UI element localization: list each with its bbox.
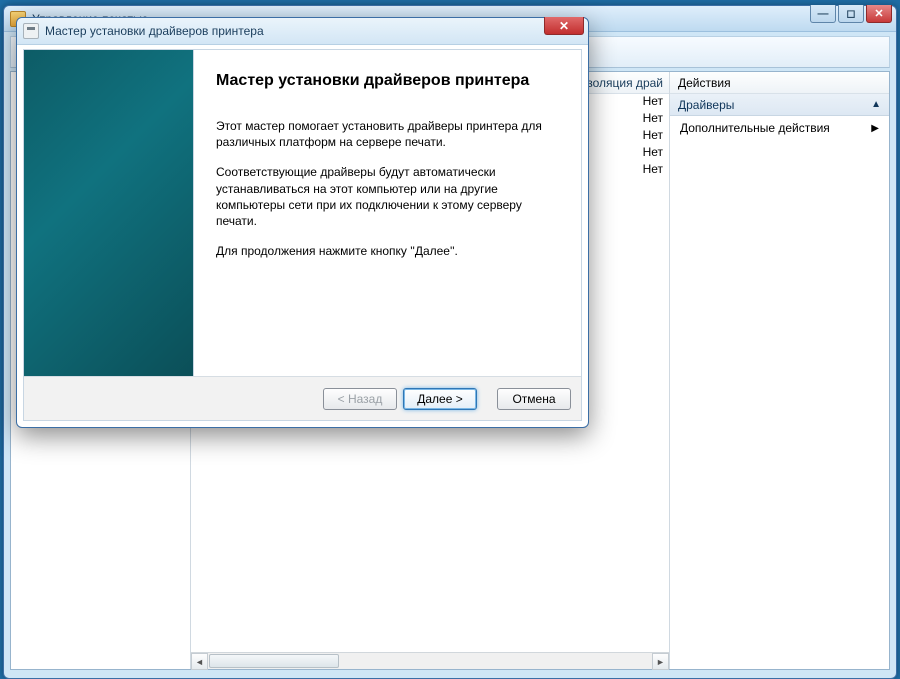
actions-group-drivers[interactable]: Драйверы ▲ <box>670 94 889 116</box>
actions-pane-title: Действия <box>670 72 889 94</box>
driver-install-wizard: Мастер установки драйверов принтера ✕ Ма… <box>16 17 589 428</box>
wizard-paragraph: Соответствующие драйверы будут автоматич… <box>216 164 546 229</box>
wizard-title: Мастер установки драйверов принтера <box>45 24 264 38</box>
chevron-right-icon: ▶ <box>871 123 879 134</box>
next-button[interactable]: Далее > <box>403 388 477 410</box>
wizard-paragraph: Для продолжения нажмите кнопку ''Далее''… <box>216 243 546 259</box>
minimize-button[interactable]: — <box>810 5 836 23</box>
wizard-heading: Мастер установки драйверов принтера <box>216 72 553 90</box>
wizard-content: Мастер установки драйверов принтера Этот… <box>194 50 581 376</box>
actions-group-label: Драйверы <box>678 98 734 112</box>
printer-icon <box>23 23 39 39</box>
chevron-up-icon: ▲ <box>871 99 881 110</box>
wizard-close-button[interactable]: ✕ <box>544 17 584 35</box>
back-button: < Назад <box>323 388 397 410</box>
maximize-button[interactable]: ◻ <box>838 5 864 23</box>
horizontal-scrollbar[interactable]: ◄ ► <box>191 652 669 669</box>
actions-item-label: Дополнительные действия <box>680 121 830 135</box>
wizard-paragraph: Этот мастер помогает установить драйверы… <box>216 118 546 150</box>
scroll-thumb[interactable] <box>209 654 339 668</box>
cancel-button[interactable]: Отмена <box>497 388 571 410</box>
wizard-banner <box>24 50 194 376</box>
wizard-body: Мастер установки драйверов принтера Этот… <box>24 50 581 376</box>
scroll-left-arrow-icon[interactable]: ◄ <box>191 653 208 670</box>
wizard-footer: < Назад Далее > Отмена <box>24 376 581 420</box>
wizard-titlebar[interactable]: Мастер установки драйверов принтера ✕ <box>17 18 588 45</box>
actions-pane: Действия Драйверы ▲ Дополнительные дейст… <box>669 72 889 669</box>
parent-window-controls: — ◻ ✕ <box>808 5 892 23</box>
scroll-right-arrow-icon[interactable]: ► <box>652 653 669 670</box>
actions-item-more[interactable]: Дополнительные действия ▶ <box>670 116 889 140</box>
column-isolation[interactable]: Изоляция драй <box>579 76 663 90</box>
close-button[interactable]: ✕ <box>866 5 892 23</box>
wizard-client: Мастер установки драйверов принтера Этот… <box>23 49 582 421</box>
